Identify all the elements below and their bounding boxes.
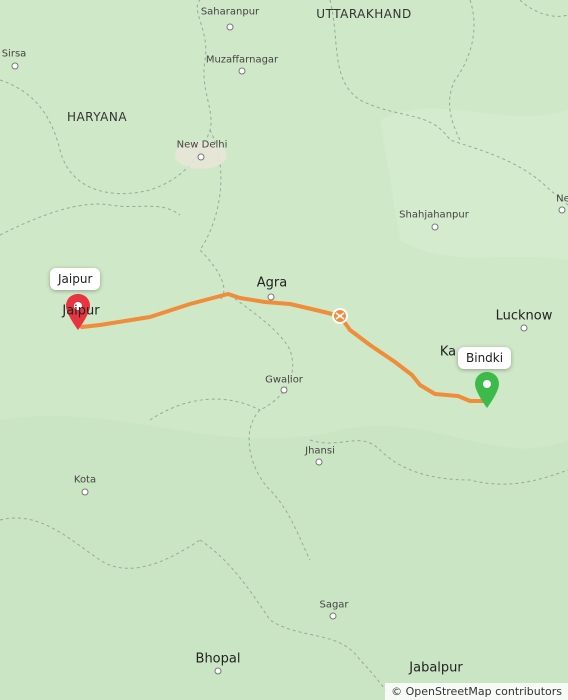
city-label-jhansi: Jhansi [305, 445, 335, 457]
city-label-jabalpur: Jabalpur [409, 660, 463, 676]
city-dot [431, 223, 439, 231]
attribution-text: © OpenStreetMap contributors [391, 685, 562, 698]
city-dot [81, 488, 89, 496]
map-attribution[interactable]: © OpenStreetMap contributors [385, 683, 568, 700]
city-dot [315, 458, 323, 466]
city-label-nepal-partial: Ne [556, 193, 568, 205]
toll-icon[interactable] [332, 308, 348, 324]
city-dot [197, 153, 205, 161]
city-label-bhopal: Bhopal [195, 651, 241, 667]
city-label-kanpur-partial: Ka [439, 344, 457, 360]
city-label-muzaffarnagar: Muzaffarnagar [205, 54, 279, 66]
city-label-sirsa: Sirsa [1, 48, 27, 60]
state-label-uttarakhand: UTTARAKHAND [316, 7, 412, 21]
city-label-new-delhi: New Delhi [176, 139, 228, 151]
city-dot [329, 612, 337, 620]
city-dot [558, 206, 566, 214]
end-callout-label: Bindki [466, 351, 504, 365]
city-label-agra: Agra [256, 275, 288, 291]
city-label-gwalior: Gwalior [265, 374, 303, 386]
city-dot [520, 324, 528, 332]
city-label-lucknow: Lucknow [495, 308, 553, 324]
start-callout-label: Jaipur [58, 272, 93, 286]
city-dot [214, 667, 222, 675]
city-label-jaipur: Jaipur [62, 303, 100, 319]
city-dot [267, 293, 275, 301]
city-label-saharanpur: Saharanpur [200, 6, 260, 18]
end-callout[interactable]: Bindki [458, 347, 512, 369]
start-callout[interactable]: Jaipur [50, 268, 101, 290]
city-dot [226, 23, 234, 31]
map-canvas[interactable]: UTTARAKHAND HARYANA Saharanpur Muzaffarn… [0, 0, 568, 700]
city-label-shahjahanpur: Shahjahanpur [399, 209, 469, 221]
city-label-kota: Kota [73, 474, 97, 486]
city-label-sagar: Sagar [319, 599, 349, 611]
city-dot [238, 67, 246, 75]
city-dot [11, 62, 19, 70]
state-label-haryana: HARYANA [66, 110, 128, 124]
city-dot [280, 386, 288, 394]
